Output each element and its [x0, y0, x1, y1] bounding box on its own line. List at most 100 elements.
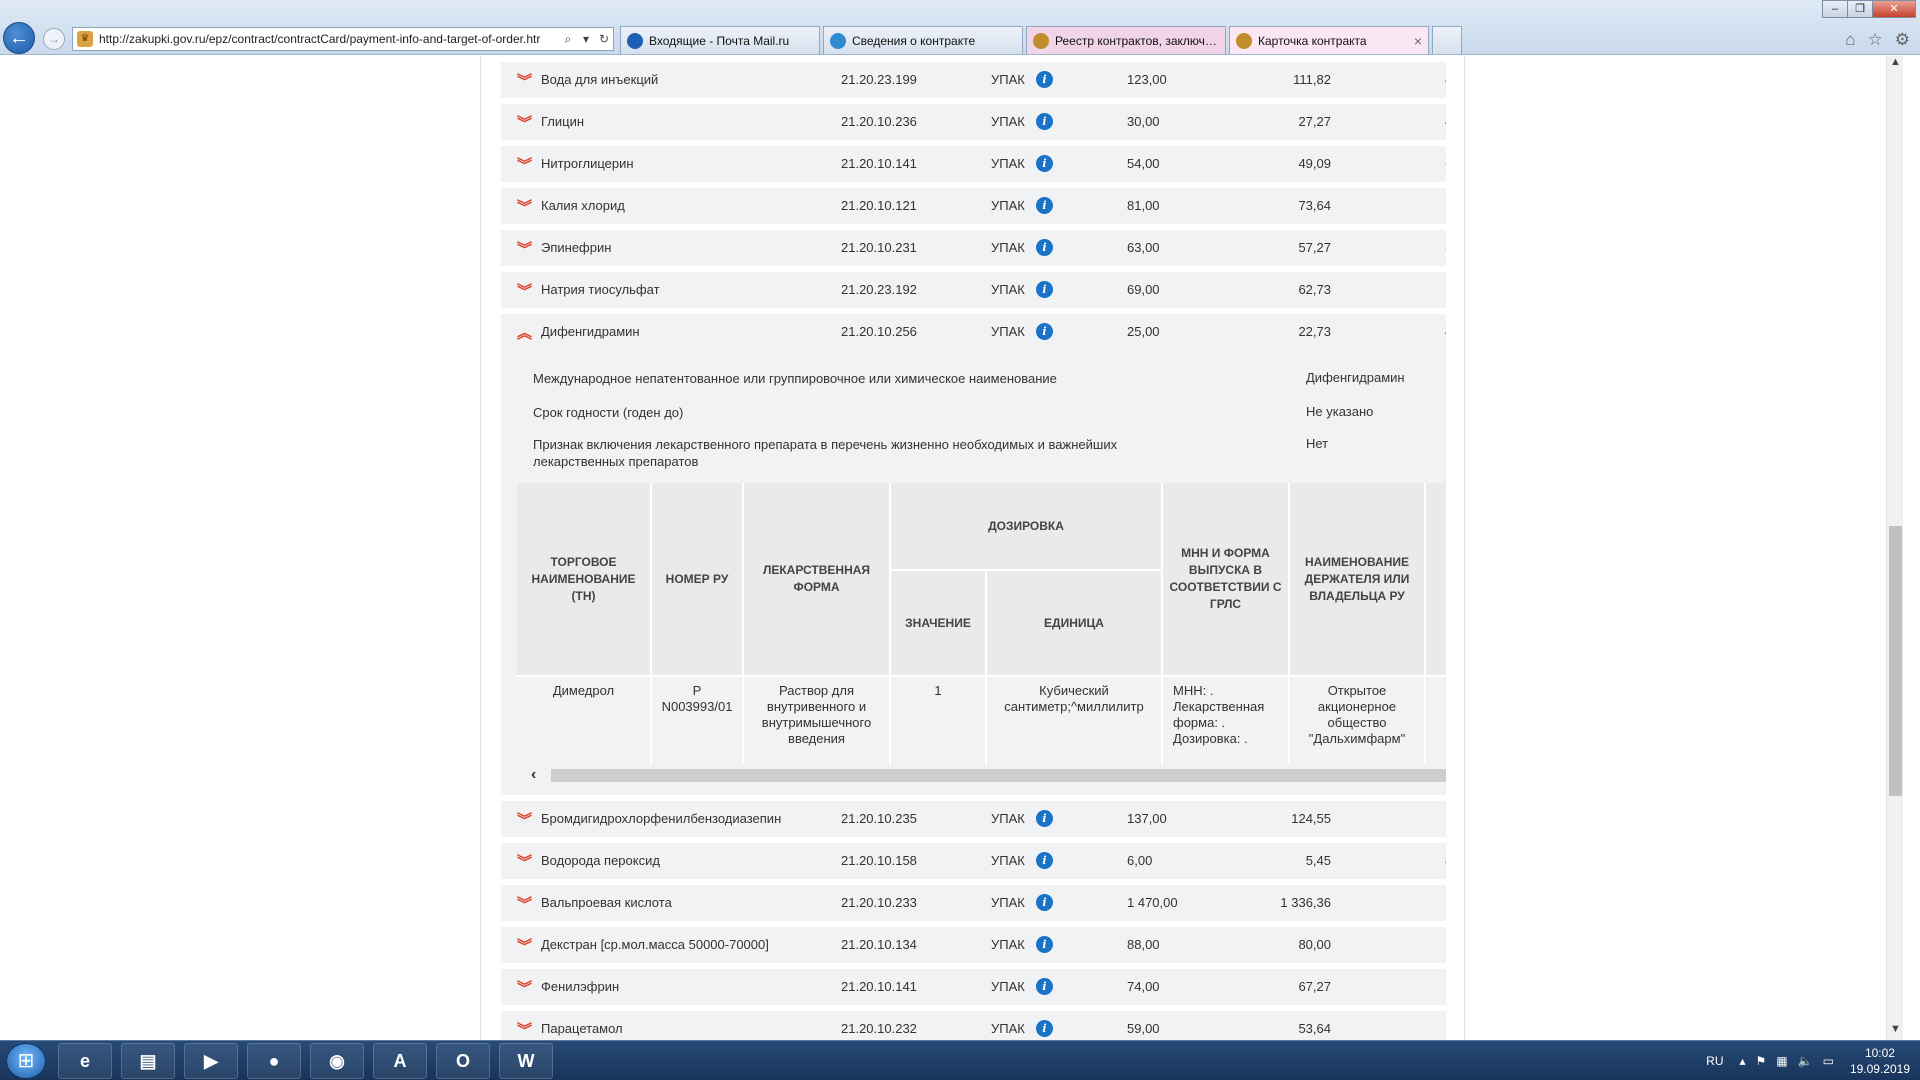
- chevron-down-icon[interactable]: ︾: [517, 280, 532, 301]
- outlook-taskbar[interactable]: O: [436, 1043, 490, 1079]
- chevron-down-icon[interactable]: ︾: [517, 809, 532, 830]
- scroll-left-icon[interactable]: ‹: [531, 766, 536, 784]
- contract-card-content: ︾ Вода для инъекций 21.20.23.199 УПАК i 123,0…: [480, 56, 1465, 1040]
- chevron-up-icon[interactable]: ︽: [517, 322, 532, 343]
- start-button[interactable]: ⊞: [6, 1043, 46, 1079]
- info-icon[interactable]: i: [1036, 894, 1053, 911]
- drug-row[interactable]: ︾ Калия хлорид 21.20.10.121 УПАК i 81,00 73,64…: [501, 188, 1446, 224]
- chevron-down-icon[interactable]: ︾: [517, 1019, 532, 1040]
- drug-row[interactable]: ︾ Эпинефрин 21.20.10.231 УПАК i 63,00 57,27 (: [501, 230, 1446, 266]
- total-value: 1 336,36: [1280, 895, 1331, 910]
- info-icon[interactable]: i: [1036, 197, 1053, 214]
- clock[interactable]: 10:02 19.09.2019: [1850, 1045, 1910, 1077]
- back-button[interactable]: ←: [3, 22, 35, 54]
- tab-3[interactable]: Карточка контракта ×: [1229, 26, 1429, 54]
- acrobat-taskbar[interactable]: A: [373, 1043, 427, 1079]
- mail-icon: [627, 32, 643, 49]
- volume-icon[interactable]: 🔈: [1798, 1054, 1813, 1068]
- tab-1[interactable]: Сведения о контракте: [823, 26, 1023, 54]
- display-icon[interactable]: ▭: [1823, 1054, 1834, 1068]
- scroll-thumb[interactable]: [1889, 526, 1902, 796]
- minimize-button[interactable]: –: [1822, 0, 1848, 18]
- word-taskbar[interactable]: W: [499, 1043, 553, 1079]
- vertical-scrollbar[interactable]: ▲ ▼: [1886, 56, 1903, 1040]
- drug-name: Натрия тиосульфат: [541, 282, 660, 297]
- chevron-down-icon[interactable]: ︾: [517, 238, 532, 259]
- language-indicator[interactable]: RU: [1706, 1054, 1723, 1068]
- restore-button[interactable]: ❐: [1847, 0, 1873, 18]
- horizontal-scrollbar[interactable]: ‹: [517, 765, 1446, 785]
- info-icon[interactable]: i: [1036, 810, 1053, 827]
- new-tab-button[interactable]: [1432, 26, 1462, 54]
- clock-date: 19.09.2019: [1849, 1062, 1910, 1076]
- drug-name: Декстран [ср.мол.масса 50000-70000]: [541, 937, 769, 952]
- refresh-icon[interactable]: ↻: [595, 32, 613, 46]
- chrome-taskbar[interactable]: ◉: [310, 1043, 364, 1079]
- close-window-button[interactable]: ✕: [1872, 0, 1916, 18]
- info-icon[interactable]: i: [1036, 323, 1053, 340]
- drug-row[interactable]: ︾ Натрия тиосульфат 21.20.23.192 УПАК i 69,00…: [501, 272, 1446, 308]
- chevron-down-icon[interactable]: ︾: [517, 154, 532, 175]
- chevron-down-icon[interactable]: ︾: [517, 70, 532, 91]
- okpd-code: 21.20.10.141: [841, 979, 917, 994]
- info-icon[interactable]: i: [1036, 1020, 1053, 1037]
- header-dosage-unit: Единица: [987, 571, 1161, 675]
- drug-row[interactable]: ︽ Дифенгидрамин 21.20.10.256 УПАК i 25,00 22,7…: [501, 314, 1446, 350]
- network-icon[interactable]: ▦: [1776, 1054, 1787, 1068]
- chevron-down-icon[interactable]: ︾: [517, 977, 532, 998]
- drug-name: Парацетамол: [541, 1021, 623, 1036]
- address-bar[interactable]: ♛ http://zakupki.gov.ru/epz/contract/con…: [72, 27, 614, 51]
- unit-label: УПАК: [991, 811, 1025, 826]
- firefox-taskbar[interactable]: ●: [247, 1043, 301, 1079]
- drug-row[interactable]: ︾ Парацетамол 21.20.10.232 УПАК i 59,00 53,64: [501, 1011, 1446, 1040]
- settings-gear-icon[interactable]: ⚙: [1895, 30, 1910, 50]
- chevron-down-icon[interactable]: ︾: [517, 112, 532, 133]
- ie-taskbar[interactable]: e: [58, 1043, 112, 1079]
- info-icon[interactable]: i: [1036, 113, 1053, 130]
- info-icon[interactable]: i: [1036, 239, 1053, 256]
- total-value: 111,82: [1293, 72, 1331, 87]
- info-icon[interactable]: i: [1036, 71, 1053, 88]
- forward-button[interactable]: →: [43, 28, 65, 50]
- info-icon[interactable]: i: [1036, 978, 1053, 995]
- drug-row[interactable]: ︾ Декстран [ср.мол.масса 50000-70000] 21.2…: [501, 927, 1446, 963]
- chevron-down-icon[interactable]: ︾: [517, 935, 532, 956]
- price-value: 63,00: [1127, 240, 1160, 255]
- chevron-down-icon[interactable]: ︾: [517, 851, 532, 872]
- info-icon[interactable]: i: [1036, 852, 1053, 869]
- chevron-down-icon[interactable]: ︾: [517, 893, 532, 914]
- cell-dosage-unit: Кубический сантиметр;^миллилитр: [987, 677, 1161, 765]
- scroll-up-icon[interactable]: ▲: [1887, 56, 1903, 73]
- drug-name: Глицин: [541, 114, 585, 129]
- info-icon[interactable]: i: [1036, 155, 1053, 172]
- tray-expand-icon[interactable]: ▴: [1740, 1054, 1746, 1068]
- dropdown-icon[interactable]: ▾: [577, 32, 595, 46]
- explorer-taskbar[interactable]: ▤: [121, 1043, 175, 1079]
- tab-close-icon[interactable]: ×: [1414, 33, 1422, 49]
- favorites-star-icon[interactable]: ☆: [1868, 30, 1883, 50]
- drug-row[interactable]: ︾ Нитроглицерин 21.20.10.141 УПАК i 54,00 49,0…: [501, 146, 1446, 182]
- tab-0[interactable]: Входящие - Почта Mail.ru: [620, 26, 820, 54]
- web-page: ︾ Вода для инъекций 21.20.23.199 УПАК i 123,0…: [0, 56, 1903, 1040]
- info-icon[interactable]: i: [1036, 936, 1053, 953]
- drug-row[interactable]: ︾ Глицин 21.20.10.236 УПАК i 30,00 27,27 4: [501, 104, 1446, 140]
- drug-name: Фенилэфрин: [541, 979, 620, 994]
- search-icon[interactable]: ⌕: [559, 32, 577, 47]
- media-player-taskbar[interactable]: ▶: [184, 1043, 238, 1079]
- drug-row[interactable]: ︾ Вальпроевая кислота 21.20.10.233 УПАК i 1 4…: [501, 885, 1446, 921]
- url-text[interactable]: http://zakupki.gov.ru/epz/contract/contr…: [99, 32, 559, 46]
- drug-row[interactable]: ︾ Водорода пероксид 21.20.10.158 УПАК i 6,00 5…: [501, 843, 1446, 879]
- flag-icon[interactable]: ⚑: [1756, 1054, 1767, 1068]
- tab-2[interactable]: Реестр контрактов, заключен...: [1026, 26, 1226, 54]
- drug-row[interactable]: ︾ Бромдигидрохлорфенилбензодиазепин 21.20.…: [501, 801, 1446, 837]
- home-icon[interactable]: ⌂: [1845, 30, 1855, 50]
- horizontal-scroll-thumb[interactable]: [551, 769, 1446, 782]
- drug-name: Дифенгидрамин: [541, 324, 640, 339]
- chevron-down-icon[interactable]: ︾: [517, 196, 532, 217]
- system-tray: RU ▴ ⚑ ▦ 🔈 ▭ 10:02 19.09.2019: [1706, 1041, 1910, 1080]
- scroll-down-icon[interactable]: ▼: [1887, 1023, 1903, 1040]
- okpd-code: 21.20.23.199: [841, 72, 917, 87]
- drug-row[interactable]: ︾ Фенилэфрин 21.20.10.141 УПАК i 74,00 67,27: [501, 969, 1446, 1005]
- drug-row[interactable]: ︾ Вода для инъекций 21.20.23.199 УПАК i 123,0…: [501, 62, 1446, 98]
- info-icon[interactable]: i: [1036, 281, 1053, 298]
